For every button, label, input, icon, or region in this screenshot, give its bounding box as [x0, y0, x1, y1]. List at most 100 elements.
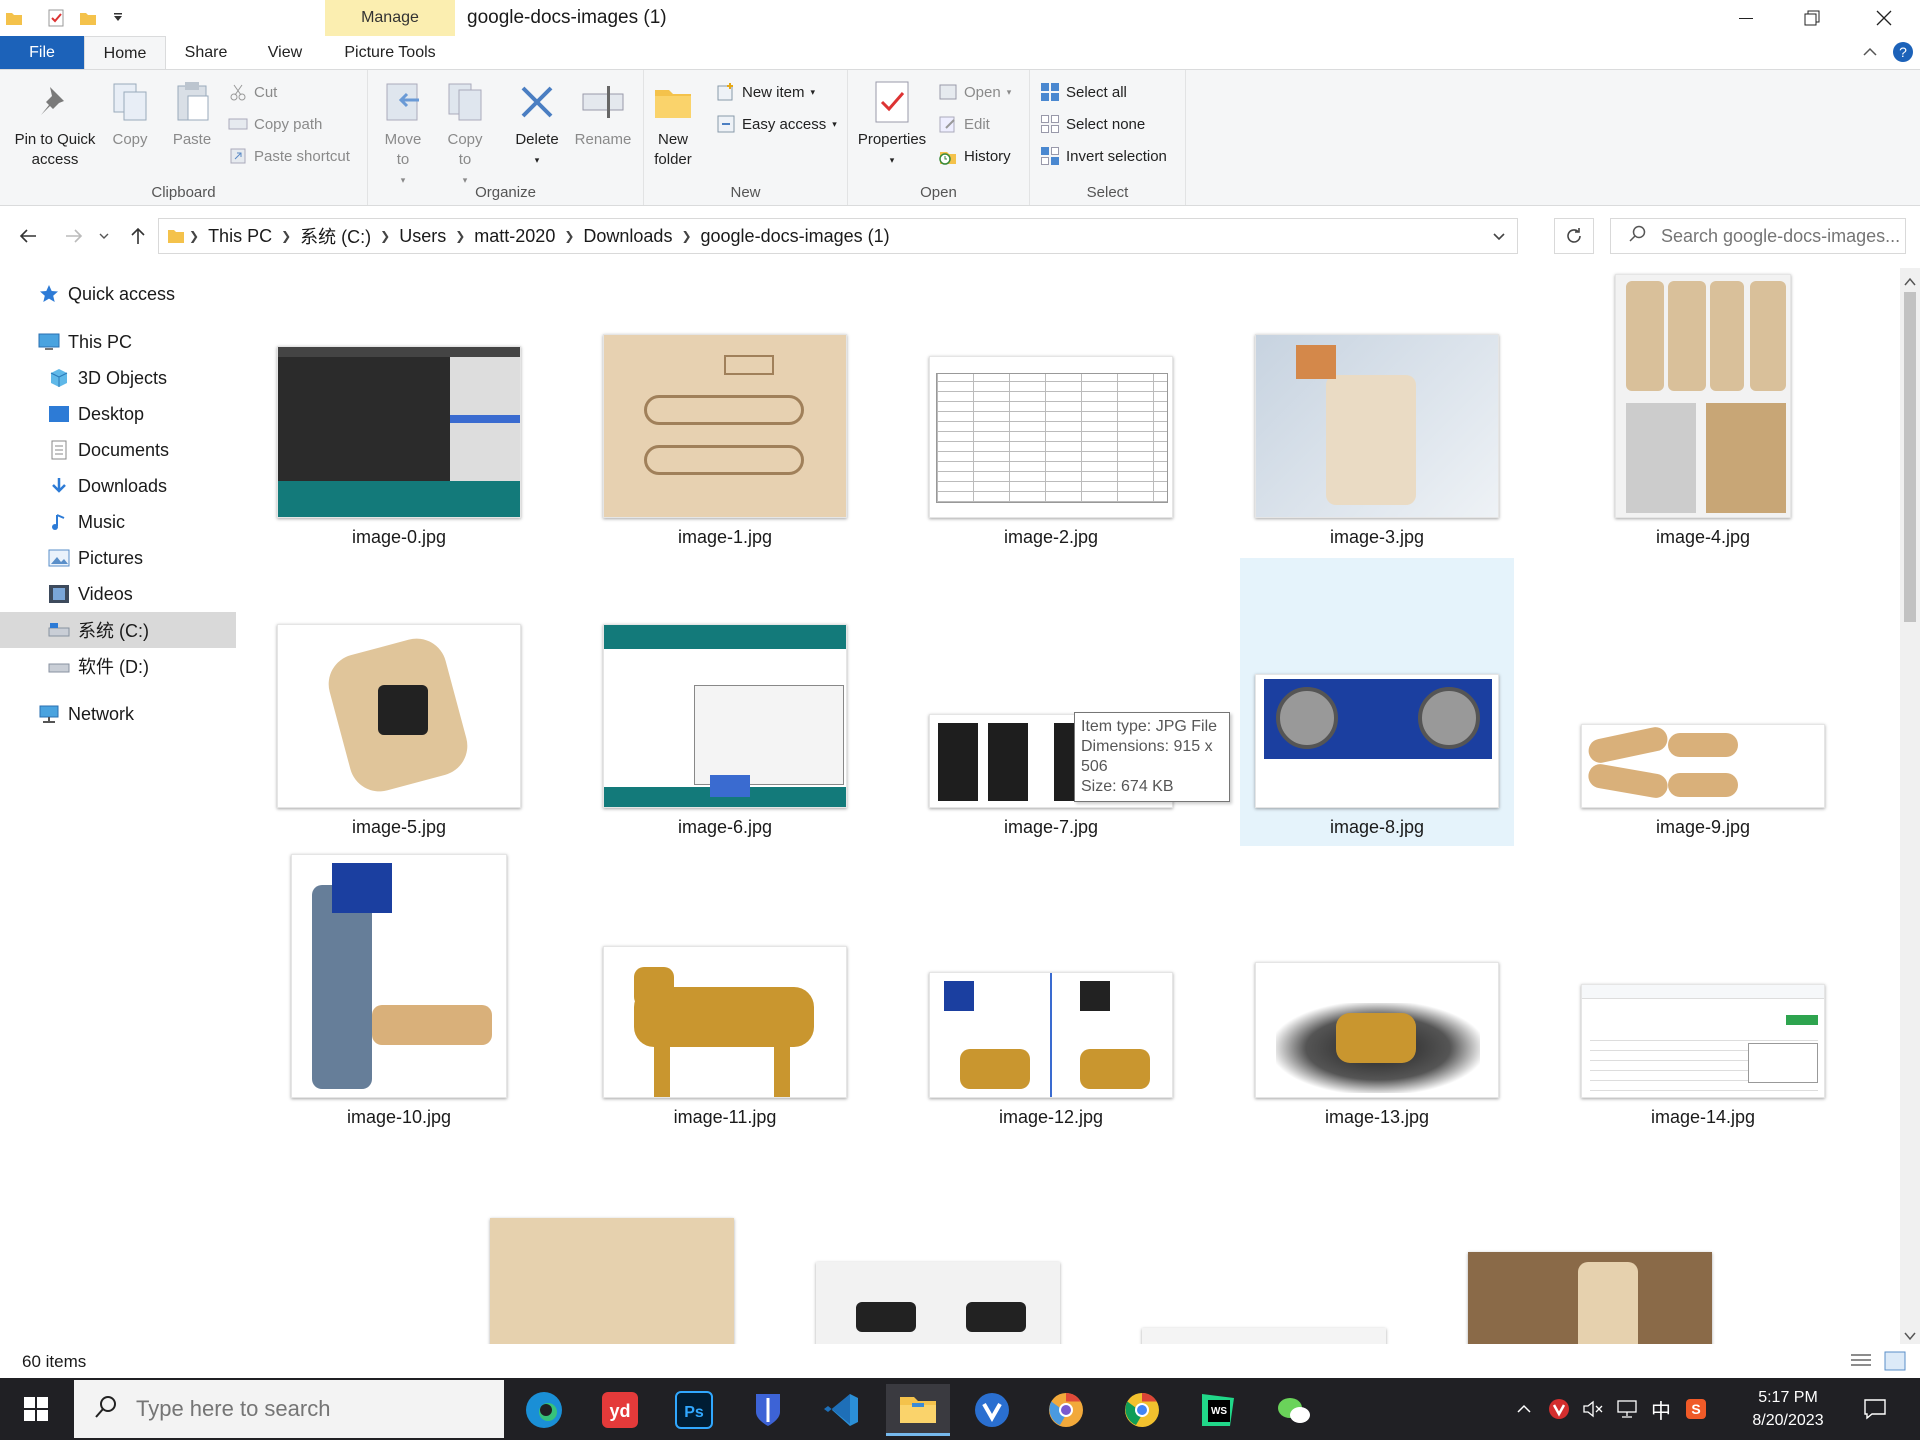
details-view-icon[interactable]: [1850, 1352, 1872, 1375]
history-button[interactable]: History: [938, 144, 1011, 168]
up-button[interactable]: [124, 222, 152, 250]
copy-to-button[interactable]: Copy to ▾: [438, 78, 492, 190]
chevron-right-icon[interactable]: ❯: [451, 229, 469, 243]
manage-context-tab[interactable]: Manage: [325, 0, 455, 36]
tab-view[interactable]: View: [250, 36, 320, 69]
edit-button[interactable]: Edit: [938, 112, 990, 136]
vivaldi-tray-icon[interactable]: [1544, 1378, 1574, 1440]
nav-downloads[interactable]: Downloads: [0, 468, 236, 504]
address-history-chevron-icon[interactable]: [1491, 228, 1507, 249]
copy-button[interactable]: Copy: [104, 78, 156, 150]
webstorm-app-icon[interactable]: WS: [1186, 1384, 1250, 1436]
search-input[interactable]: [1661, 225, 1901, 247]
address-bar[interactable]: ❯ This PC ❯ 系统 (C:) ❯ Users ❯ matt-2020 …: [158, 218, 1518, 254]
nav-quick-access[interactable]: Quick access: [0, 276, 236, 312]
sogou-tray-icon[interactable]: S: [1680, 1378, 1712, 1440]
start-button[interactable]: [0, 1378, 72, 1440]
rename-button[interactable]: Rename: [570, 78, 636, 150]
tab-file[interactable]: File: [0, 36, 84, 69]
file-tile[interactable]: image-5.jpg: [262, 558, 536, 846]
file-tile[interactable]: image-6.jpg: [588, 558, 862, 846]
select-none-button[interactable]: Select none: [1040, 112, 1145, 136]
nav-network[interactable]: Network: [0, 696, 236, 732]
nav-pictures[interactable]: Pictures: [0, 540, 236, 576]
breadcrumb-downloads[interactable]: Downloads: [578, 226, 677, 247]
tab-home[interactable]: Home: [84, 36, 166, 69]
vscode-app-icon[interactable]: [810, 1384, 874, 1436]
large-icons-view-icon[interactable]: [1884, 1351, 1906, 1376]
volume-muted-icon[interactable]: [1578, 1378, 1608, 1440]
file-tile[interactable]: image-10.jpg: [262, 848, 536, 1136]
chevron-right-icon[interactable]: ❯: [277, 229, 295, 243]
chevron-right-icon[interactable]: ❯: [560, 229, 578, 243]
customize-qat-icon[interactable]: [106, 6, 130, 30]
file-tile[interactable]: image-2.jpg: [914, 268, 1188, 556]
youdao-app-icon[interactable]: yd: [588, 1384, 652, 1436]
breadcrumb-this-pc[interactable]: This PC: [203, 226, 277, 247]
taskbar-search-box[interactable]: [74, 1380, 504, 1438]
recent-locations-button[interactable]: [94, 222, 114, 250]
nav-3d-objects[interactable]: 3D Objects: [0, 360, 236, 396]
invert-selection-button[interactable]: Invert selection: [1040, 144, 1167, 168]
file-tile[interactable]: image-1.jpg: [588, 268, 862, 556]
file-tile-hovered[interactable]: image-8.jpg: [1240, 558, 1514, 846]
image-thumbnail[interactable]: [816, 1262, 1060, 1344]
easy-access-button[interactable]: Easy access ▾: [716, 112, 837, 136]
restore-button[interactable]: [1774, 0, 1849, 36]
notifications-icon[interactable]: [1852, 1378, 1898, 1440]
nav-videos[interactable]: Videos: [0, 576, 236, 612]
file-tile[interactable]: image-12.jpg: [914, 848, 1188, 1136]
chevron-right-icon[interactable]: ❯: [185, 229, 203, 243]
refresh-button[interactable]: [1554, 218, 1594, 254]
tab-share[interactable]: Share: [170, 36, 242, 69]
file-tile[interactable]: image-11.jpg: [588, 848, 862, 1136]
paste-button[interactable]: Paste: [164, 78, 220, 150]
bitwarden-app-icon[interactable]: [736, 1384, 800, 1436]
scroll-up-icon[interactable]: [1904, 274, 1916, 292]
tab-picture-tools[interactable]: Picture Tools: [328, 36, 452, 69]
scrollbar-thumb[interactable]: [1904, 292, 1916, 622]
new-folder-button[interactable]: New folder: [650, 78, 696, 170]
taskbar-clock[interactable]: 5:17 PM 8/20/2023: [1740, 1386, 1836, 1432]
collapse-ribbon-icon[interactable]: [1860, 42, 1880, 67]
image-thumbnail[interactable]: [1468, 1252, 1712, 1344]
forward-button[interactable]: [60, 222, 88, 250]
file-tile[interactable]: image-7.jpg: [914, 558, 1188, 846]
edge-app-icon[interactable]: [512, 1384, 576, 1436]
nav-drive-c[interactable]: 系统 (C:): [0, 612, 236, 648]
file-tile[interactable]: image-0.jpg: [262, 268, 536, 556]
copy-path-button[interactable]: Copy path: [228, 112, 322, 136]
image-thumbnail[interactable]: [1142, 1328, 1386, 1344]
file-tile[interactable]: image-4.jpg: [1566, 268, 1840, 556]
help-icon[interactable]: ?: [1892, 41, 1914, 68]
nav-drive-d[interactable]: 软件 (D:): [0, 648, 236, 684]
new-folder-qat-icon[interactable]: [76, 6, 100, 30]
properties-qat-icon[interactable]: [44, 6, 68, 30]
move-to-button[interactable]: Move to ▾: [376, 78, 430, 190]
breadcrumb-users[interactable]: Users: [394, 226, 451, 247]
network-tray-icon[interactable]: [1612, 1378, 1642, 1440]
file-tile[interactable]: image-9.jpg: [1566, 558, 1840, 846]
chevron-right-icon[interactable]: ❯: [376, 229, 394, 243]
paste-shortcut-button[interactable]: Paste shortcut: [228, 144, 350, 168]
nav-this-pc[interactable]: This PC: [0, 324, 236, 360]
vivaldi-app-icon[interactable]: [960, 1384, 1024, 1436]
photoshop-app-icon[interactable]: Ps: [662, 1384, 726, 1436]
chrome-app-icon[interactable]: [1110, 1384, 1174, 1436]
wechat-app-icon[interactable]: [1262, 1384, 1326, 1436]
show-hidden-icons-chevron-icon[interactable]: [1510, 1378, 1538, 1440]
back-button[interactable]: [14, 222, 42, 250]
search-box[interactable]: [1610, 218, 1906, 254]
breadcrumb-drive-c[interactable]: 系统 (C:): [295, 223, 376, 249]
close-button[interactable]: [1846, 0, 1920, 36]
minimize-button[interactable]: [1708, 0, 1783, 36]
pin-quick-access-button[interactable]: Pin to Quick access: [6, 78, 104, 170]
new-item-button[interactable]: New item ▾: [716, 80, 815, 104]
image-thumbnail[interactable]: [490, 1218, 734, 1344]
nav-music[interactable]: Music: [0, 504, 236, 540]
cut-button[interactable]: Cut: [228, 80, 277, 104]
properties-button[interactable]: Properties ▾: [854, 78, 930, 170]
vertical-scrollbar[interactable]: [1900, 268, 1920, 1344]
chevron-right-icon[interactable]: ❯: [677, 229, 695, 243]
open-button[interactable]: Open ▾: [938, 80, 1011, 104]
